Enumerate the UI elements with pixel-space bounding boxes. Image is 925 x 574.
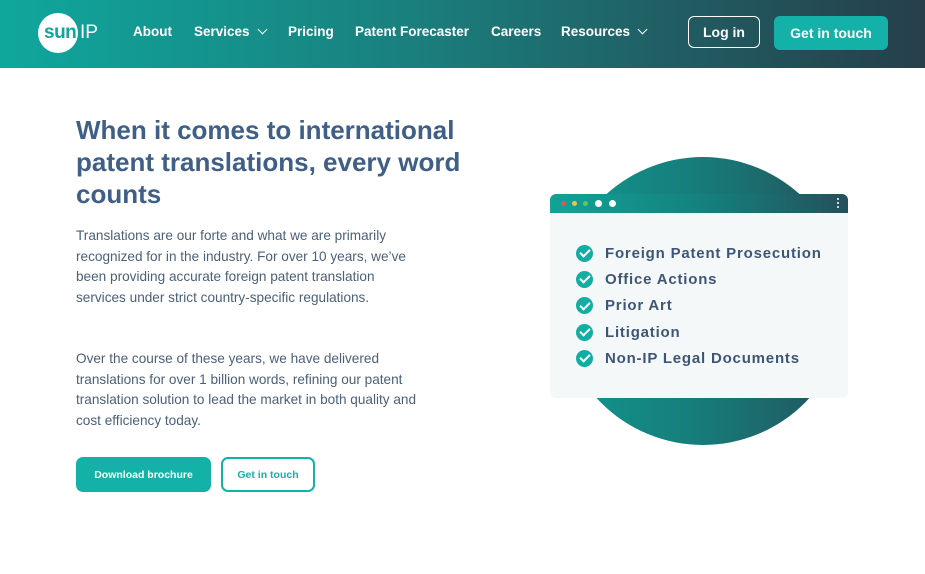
- window-dot-green: [583, 201, 588, 206]
- hero-paragraph-2: Over the course of these years, we have …: [76, 351, 417, 428]
- nav-patent-forecaster-label: Patent Forecaster: [355, 24, 470, 39]
- window-title-bar: [550, 194, 848, 213]
- window-dot-white: [595, 200, 602, 207]
- services-list: Foreign Patent Prosecution Office Action…: [576, 240, 822, 371]
- nav-about-label: About: [133, 24, 172, 39]
- nav-pricing[interactable]: Pricing: [288, 24, 334, 39]
- window-dot-yellow: [572, 201, 577, 206]
- nav-pricing-label: Pricing: [288, 24, 334, 39]
- nav-careers-label: Careers: [491, 24, 542, 39]
- check-circle-icon: [576, 323, 593, 341]
- list-item: Prior Art: [576, 293, 822, 319]
- nav-careers[interactable]: Careers: [491, 24, 541, 39]
- chevron-down-icon: [637, 24, 648, 35]
- kebab-menu-icon: [837, 198, 840, 210]
- hero-paragraph-1: Translations are our forte and what we a…: [76, 228, 406, 305]
- get-in-touch-header-button[interactable]: Get in touch: [774, 16, 888, 50]
- check-circle-icon: [576, 270, 593, 288]
- download-brochure-button[interactable]: Download brochure: [76, 457, 211, 492]
- list-item: Foreign Patent Prosecution: [576, 240, 822, 266]
- nav-patent-forecaster[interactable]: Patent Forecaster: [355, 24, 469, 39]
- check-circle-icon: [576, 244, 593, 262]
- nav-about[interactable]: About: [133, 24, 172, 39]
- nav-services-label: Services: [194, 24, 250, 39]
- nav-resources-label: Resources: [561, 24, 631, 39]
- check-circle-icon: [576, 297, 593, 315]
- list-item: Non-IP Legal Documents: [576, 345, 822, 371]
- login-button[interactable]: Log in: [688, 16, 760, 48]
- site-header: sun IP About Services Pricing Patent For…: [0, 0, 925, 68]
- chevron-down-icon: [257, 24, 268, 35]
- sunip-logo[interactable]: sun IP: [38, 12, 100, 54]
- logo-sun-text: sun: [44, 22, 77, 43]
- check-circle-icon: [576, 349, 593, 367]
- service-label: Litigation: [605, 323, 681, 341]
- list-item: Litigation: [576, 319, 822, 345]
- window-dot-white: [609, 200, 616, 207]
- service-label: Foreign Patent Prosecution: [605, 244, 822, 262]
- nav-resources[interactable]: Resources: [561, 24, 648, 39]
- service-label: Prior Art: [605, 297, 673, 315]
- hero-headline: When it comes to international patent tr…: [76, 115, 461, 209]
- window-dot-red: [561, 201, 566, 206]
- service-label: Non-IP Legal Documents: [605, 349, 800, 367]
- get-in-touch-button[interactable]: Get in touch: [221, 457, 315, 492]
- list-item: Office Actions: [576, 266, 822, 292]
- logo-ip-text: IP: [80, 22, 98, 43]
- nav-services[interactable]: Services: [194, 24, 268, 39]
- service-label: Office Actions: [605, 270, 718, 288]
